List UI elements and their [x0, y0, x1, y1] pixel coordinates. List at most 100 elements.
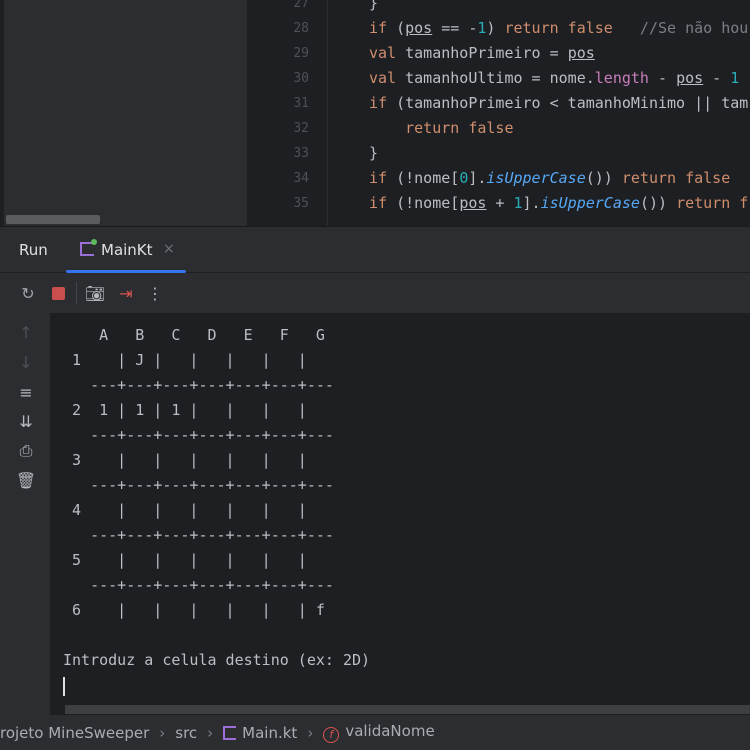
- line-number: 28: [293, 21, 309, 36]
- console-line: Introduz a celula destino (ex: 2D): [63, 651, 371, 669]
- console-output[interactable]: A B C D E F G 1 | J | | | | | ---+---+--…: [50, 313, 750, 715]
- line-number: 27: [293, 0, 309, 11]
- code-token: pos: [567, 44, 595, 62]
- code-token: //Se não hou: [612, 19, 749, 37]
- code-token: (!nome[: [387, 169, 460, 187]
- code-token: if: [369, 94, 388, 112]
- stop-icon: [51, 286, 65, 300]
- up-arrow-icon[interactable]: ↑: [15, 323, 37, 345]
- code-token: 1: [513, 194, 523, 212]
- line-number: 30: [293, 71, 309, 86]
- console-line: 3 | | | | | |: [63, 451, 307, 469]
- code-token: }: [369, 144, 379, 162]
- code-token: (: [387, 19, 406, 37]
- code-line: if (tamanhoPrimeiro < tamanhoMinimo || t…: [369, 94, 748, 112]
- scroll-to-end-icon[interactable]: ⇊: [15, 412, 37, 434]
- code-token: return false: [621, 169, 731, 187]
- stop-button[interactable]: [48, 283, 68, 303]
- code-token: 0: [459, 169, 469, 187]
- console-line: 5 | | | | | |: [63, 551, 307, 569]
- code-token: ()): [585, 169, 622, 187]
- run-title: Run: [19, 241, 48, 259]
- code-token: ].: [522, 194, 541, 212]
- code-token: return false: [504, 19, 613, 37]
- run-tool-window-header: Run MainKt ×: [0, 226, 750, 273]
- soft-wrap-icon[interactable]: ≡: [15, 383, 37, 405]
- code-line: if (pos == -1) return false //Se não hou: [369, 19, 748, 37]
- code-line: if (!nome[pos + 1].isUpperCase()) return…: [369, 194, 748, 212]
- console-line: 1 | J | | | | |: [63, 351, 307, 369]
- console-sidebar: ↑ ↓ ≡ ⇊ ⎙ 🗑︎: [0, 313, 50, 715]
- close-tab-icon[interactable]: ×: [163, 241, 175, 257]
- line-number: 29: [293, 46, 309, 61]
- breadcrumb-function[interactable]: f validaNome: [323, 722, 435, 743]
- code-line: return false: [369, 119, 514, 137]
- code-token: (!nome[: [387, 194, 460, 212]
- tab-mainkt[interactable]: MainKt ×: [66, 227, 186, 273]
- code-token: tamanhoPrimeiro =: [396, 44, 568, 62]
- code-token: isUpperCase: [486, 169, 586, 187]
- code-token: return false: [369, 119, 514, 137]
- console-line: 6 | | | | | | f: [63, 601, 325, 619]
- horizontal-scrollbar[interactable]: [6, 215, 100, 224]
- text-cursor: [63, 677, 65, 696]
- code-token: -: [648, 69, 677, 87]
- code-line: }: [369, 0, 378, 12]
- console-line: A B C D E F G: [63, 326, 325, 344]
- code-token: ()): [639, 194, 677, 212]
- down-arrow-icon[interactable]: ↓: [15, 353, 37, 375]
- horizontal-scrollbar[interactable]: [65, 705, 750, 714]
- code-token: ): [486, 19, 505, 37]
- tab-label: MainKt: [101, 241, 153, 259]
- code-token: isUpperCase: [540, 194, 640, 212]
- breadcrumb-file[interactable]: Main.kt: [223, 724, 297, 742]
- toolbar-divider: [76, 282, 77, 304]
- code-token: val: [369, 69, 397, 87]
- code-token: length: [594, 69, 649, 87]
- code-token: if: [369, 169, 388, 187]
- breadcrumb: rojeto MineSweeper › src › Main.kt › f va…: [0, 715, 750, 750]
- code-line: }: [369, 144, 378, 162]
- camera-icon[interactable]: 📷︎: [85, 283, 105, 303]
- code-line: val tamanhoUltimo = nome.length - pos - …: [369, 69, 739, 87]
- project-panel: [0, 0, 247, 226]
- chevron-right-icon: ›: [159, 723, 166, 742]
- breadcrumb-folder[interactable]: src: [175, 724, 197, 742]
- code-editor[interactable]: 27} 28 if (pos == -1) return false //Se nã…: [247, 0, 750, 226]
- console-line: 4 | | | | | |: [63, 501, 307, 519]
- code-token: pos: [405, 19, 433, 37]
- console-line: ---+---+---+---+---+---+---: [63, 526, 334, 544]
- function-name: validaNome: [345, 722, 435, 740]
- run-toolbar: ↻ 📷︎ ⇥ ⋮: [0, 273, 750, 313]
- console-line: ---+---+---+---+---+---+---: [63, 576, 334, 594]
- console-line: ---+---+---+---+---+---+---: [63, 426, 334, 444]
- line-number: 32: [293, 121, 309, 136]
- console-line: ---+---+---+---+---+---+---: [63, 476, 334, 494]
- code-token: +: [486, 194, 514, 212]
- code-token: pos: [459, 194, 487, 212]
- code-line: if (!nome[0].isUpperCase()) return false: [369, 169, 730, 187]
- print-icon[interactable]: ⎙: [15, 441, 37, 463]
- line-number: 35: [293, 196, 309, 211]
- code-token: if: [369, 19, 388, 37]
- code-token: pos: [676, 69, 704, 87]
- code-token: tamanhoUltimo = nome.: [396, 69, 595, 87]
- code-token: (tamanhoPrimeiro < tamanhoMinimo || tam: [387, 94, 749, 112]
- console-line: 2 1 | 1 | 1 | | | |: [63, 401, 307, 419]
- more-options-icon[interactable]: ⋮: [145, 283, 165, 303]
- trash-icon[interactable]: 🗑︎: [15, 471, 37, 493]
- code-token: 1: [730, 69, 740, 87]
- code-token: if: [369, 194, 388, 212]
- line-number: 33: [293, 146, 309, 161]
- console-line: ---+---+---+---+---+---+---: [63, 376, 334, 394]
- exit-icon[interactable]: ⇥: [116, 283, 136, 303]
- breadcrumb-project[interactable]: rojeto MineSweeper: [0, 724, 149, 742]
- rerun-icon[interactable]: ↻: [18, 283, 38, 303]
- kotlin-file-icon: [223, 725, 237, 740]
- code-token: val: [369, 44, 397, 62]
- running-indicator-icon: [91, 239, 97, 245]
- line-number: 34: [293, 171, 309, 186]
- gutter-divider: [327, 0, 328, 226]
- code-token: == -: [432, 19, 478, 37]
